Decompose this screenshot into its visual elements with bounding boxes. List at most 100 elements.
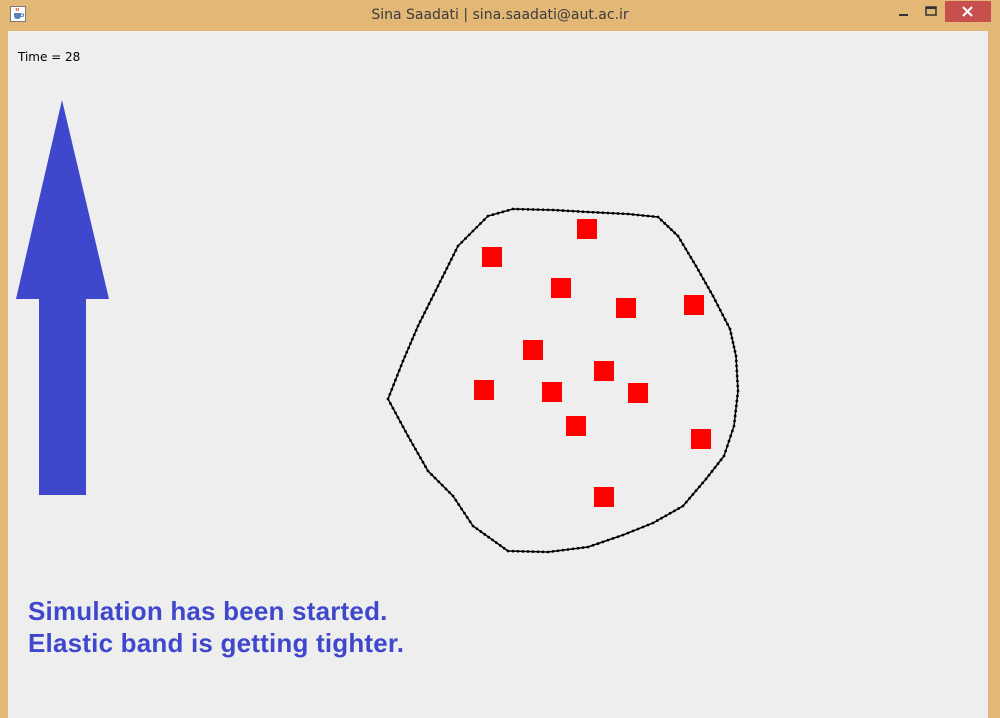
simulation-canvas[interactable]: Time = 28 Simulation has been started. E… — [8, 31, 988, 718]
band-node — [536, 550, 540, 554]
obstacle — [542, 382, 562, 402]
band-node — [729, 332, 733, 335]
band-node — [719, 458, 723, 462]
band-node — [487, 535, 490, 539]
band-node — [721, 313, 725, 317]
maximize-button[interactable] — [919, 2, 943, 22]
band-node — [416, 324, 420, 328]
obstacle — [684, 295, 704, 315]
band-node — [454, 249, 458, 252]
band-node — [691, 493, 695, 496]
band-node — [498, 544, 502, 547]
band-node — [655, 519, 659, 522]
band-node — [386, 397, 390, 401]
band-node — [392, 383, 396, 387]
band-node — [718, 308, 722, 312]
band-node — [663, 221, 667, 225]
band-node — [684, 500, 688, 504]
band-node — [726, 322, 729, 326]
band-node — [403, 355, 407, 359]
band-node — [440, 483, 444, 487]
band-node — [427, 302, 431, 306]
status-message-line2: Elastic band is getting tighter. — [28, 628, 405, 658]
band-node — [641, 525, 645, 529]
band-node — [410, 337, 414, 341]
band-node — [389, 402, 392, 406]
close-button[interactable] — [945, 1, 991, 22]
band-node — [626, 531, 630, 535]
band-node — [454, 498, 458, 502]
band-node — [571, 209, 575, 213]
band-node — [475, 225, 479, 229]
band-node — [581, 210, 585, 214]
band-node — [733, 350, 737, 353]
band-node — [631, 213, 635, 216]
band-node — [699, 273, 703, 276]
band-node — [465, 516, 469, 519]
band-node — [506, 549, 510, 553]
band-node — [483, 532, 487, 536]
band-node — [734, 404, 738, 408]
band-node — [641, 214, 645, 217]
band-node — [673, 231, 677, 235]
band-node — [561, 548, 565, 552]
band-node — [424, 465, 427, 469]
minimize-button[interactable] — [893, 2, 917, 22]
obstacle — [691, 429, 711, 449]
band-node — [397, 369, 401, 372]
band-node — [591, 210, 595, 214]
band-node — [733, 414, 737, 418]
band-node — [664, 514, 668, 518]
band-node — [728, 327, 732, 331]
band-node — [423, 311, 427, 315]
band-node — [586, 210, 590, 214]
band-node — [697, 268, 700, 272]
band-node — [419, 456, 422, 460]
band-node — [688, 496, 691, 500]
band-node — [436, 284, 440, 288]
obstacle — [628, 383, 648, 403]
band-node — [606, 538, 610, 542]
band-node — [452, 253, 455, 257]
obstacles — [474, 219, 711, 507]
band-node — [707, 473, 711, 477]
band-node — [406, 434, 410, 438]
band-node — [736, 384, 740, 388]
band-node — [621, 533, 625, 537]
band-node — [651, 215, 655, 218]
band-node — [456, 244, 460, 248]
band-node — [631, 529, 635, 533]
band-node — [551, 208, 555, 212]
band-node — [596, 211, 600, 214]
band-node — [734, 354, 738, 358]
band-node — [526, 207, 530, 211]
band-node — [401, 359, 405, 363]
band-node — [526, 550, 530, 553]
band-node — [407, 346, 411, 350]
band-node — [735, 399, 739, 403]
band-node — [591, 543, 595, 547]
band-node — [571, 547, 575, 551]
band-node — [732, 345, 736, 349]
band-node — [457, 503, 461, 506]
band-node — [616, 535, 620, 539]
band-node — [521, 207, 525, 211]
band-node — [673, 509, 676, 513]
band-node — [433, 476, 437, 480]
window-titlebar[interactable]: Sina Saadati | sina.saadati@aut.ac.ir — [0, 0, 1000, 30]
band-node — [732, 424, 736, 428]
band-node — [421, 315, 424, 319]
band-node — [710, 469, 714, 473]
band-node — [735, 364, 738, 368]
band-node — [701, 481, 705, 485]
band-node — [396, 416, 400, 419]
band-node — [401, 425, 405, 429]
band-node — [421, 460, 425, 464]
elastic-band — [387, 208, 739, 553]
band-node — [390, 388, 394, 391]
band-node — [471, 524, 475, 528]
band-node — [611, 537, 615, 540]
obstacle — [566, 416, 586, 436]
band-node — [727, 439, 731, 443]
band-node — [432, 293, 435, 297]
